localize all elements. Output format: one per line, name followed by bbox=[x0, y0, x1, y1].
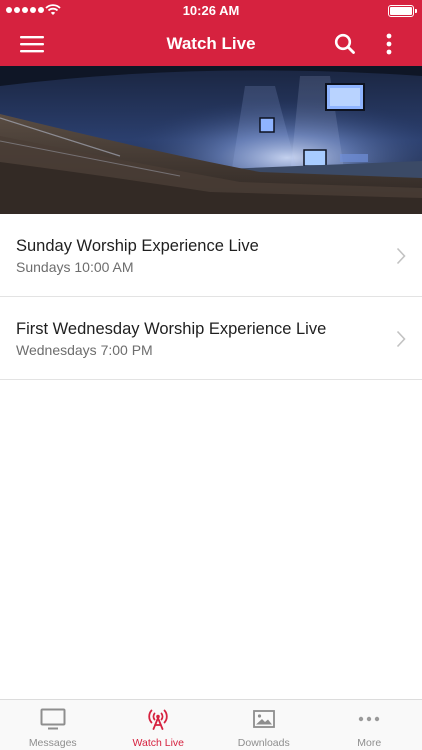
tv-icon bbox=[40, 708, 66, 730]
search-button[interactable] bbox=[323, 22, 367, 66]
tab-label: Watch Live bbox=[132, 737, 185, 749]
status-bar: 10:26 AM bbox=[0, 0, 422, 22]
tab-label: Messages bbox=[28, 737, 77, 749]
search-icon bbox=[334, 33, 355, 54]
tab-more[interactable]: More bbox=[317, 700, 422, 750]
list-item[interactable]: First Wednesday Worship Experience Live … bbox=[0, 297, 422, 380]
broadcast-icon bbox=[148, 709, 168, 730]
tab-bar: Messages Watch Live Downloads More bbox=[0, 699, 422, 750]
more-horizontal-icon bbox=[359, 716, 380, 722]
chevron-right-icon bbox=[396, 247, 406, 265]
list-item-subtitle: Sundays 10:00 AM bbox=[16, 259, 134, 275]
image-icon bbox=[252, 710, 275, 728]
more-vertical-icon bbox=[386, 33, 392, 55]
list-item[interactable]: Sunday Worship Experience Live Sundays 1… bbox=[0, 214, 422, 297]
chevron-right-icon bbox=[396, 330, 406, 348]
tab-messages[interactable]: Messages bbox=[0, 700, 106, 750]
status-time: 10:26 AM bbox=[182, 3, 240, 18]
hero-image bbox=[0, 66, 422, 214]
live-stream-list: Sunday Worship Experience Live Sundays 1… bbox=[0, 214, 422, 380]
tab-downloads[interactable]: Downloads bbox=[211, 700, 317, 750]
battery-icon bbox=[388, 5, 417, 17]
tab-label: More bbox=[357, 737, 382, 749]
list-item-subtitle: Wednesdays 7:00 PM bbox=[16, 342, 153, 358]
tab-watch-live[interactable]: Watch Live bbox=[106, 700, 212, 750]
tab-label: Downloads bbox=[237, 737, 290, 749]
more-options-button[interactable] bbox=[367, 22, 411, 66]
list-item-title: First Wednesday Worship Experience Live bbox=[16, 320, 327, 338]
nav-bar: Watch Live bbox=[0, 22, 422, 66]
list-item-title: Sunday Worship Experience Live bbox=[16, 237, 259, 255]
